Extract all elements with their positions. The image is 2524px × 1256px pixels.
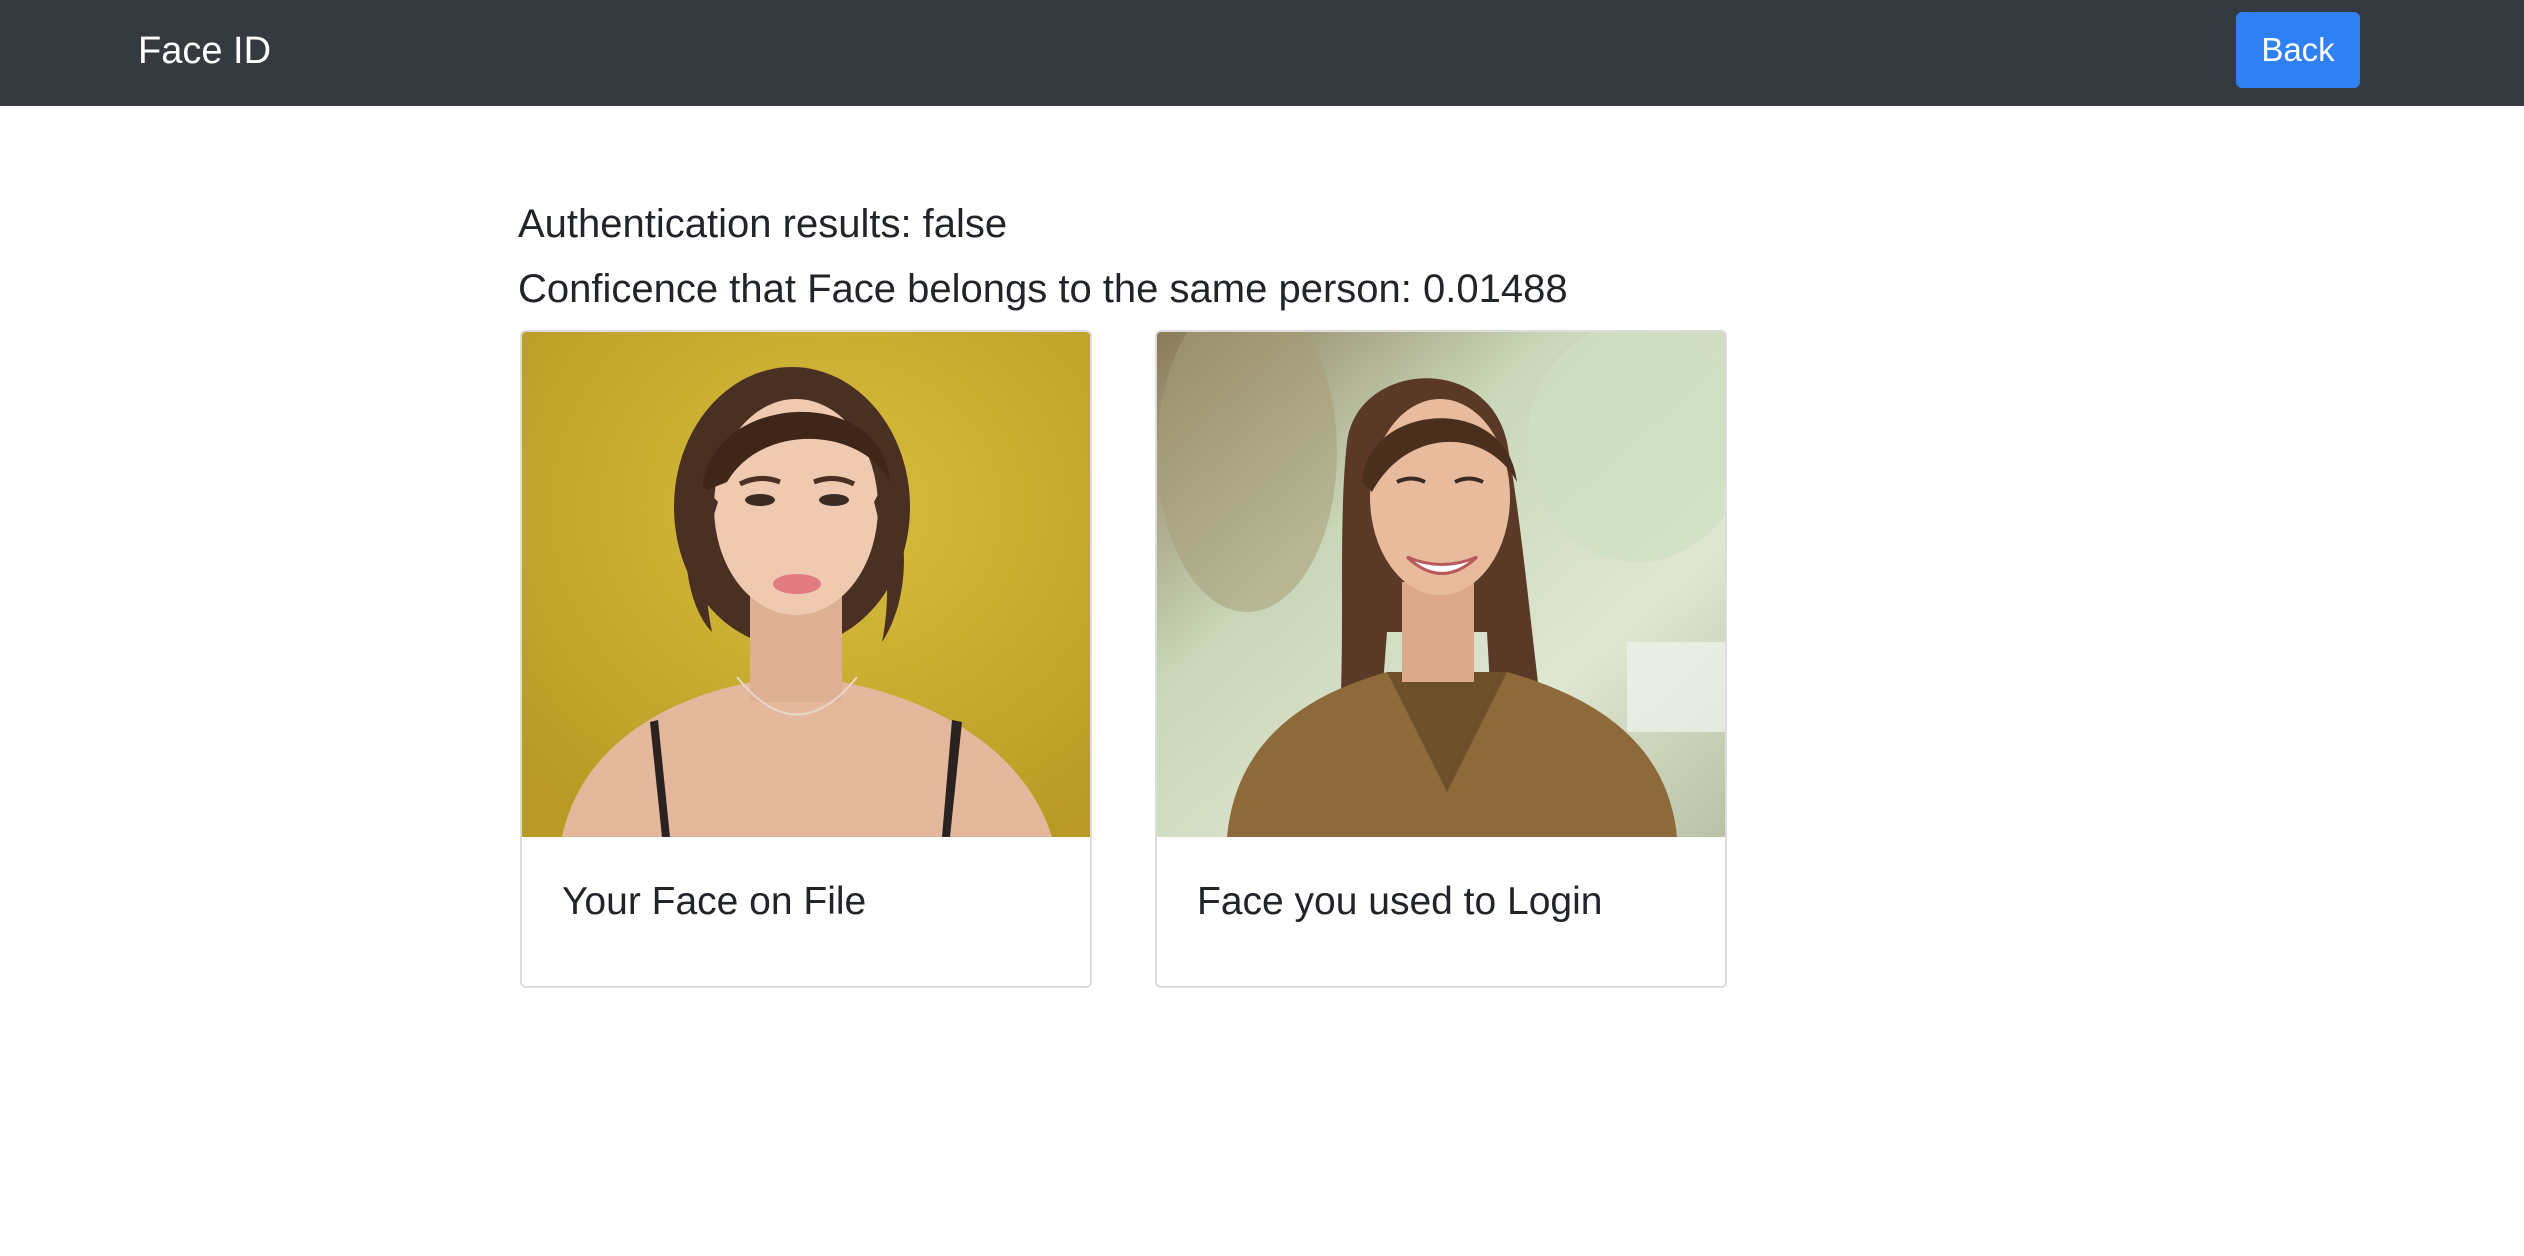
authentication-result: Authentication results: false [518,202,1008,246]
brand-title[interactable]: Face ID [138,26,271,76]
face-on-file-image [522,332,1090,837]
confidence-result: Conficence that Face belongs to the same… [518,267,1568,311]
card-title-on-file: Your Face on File [562,880,867,923]
login-face-card: Face you used to Login [1155,330,1727,988]
card-title-login: Face you used to Login [1197,880,1603,923]
login-face-image [1157,332,1725,837]
face-on-file-card: Your Face on File [520,330,1092,988]
navbar: Face ID Back [0,0,2524,106]
login-face-photo [1157,332,1725,837]
back-button[interactable]: Back [2236,12,2360,88]
face-on-file-photo [522,332,1090,837]
